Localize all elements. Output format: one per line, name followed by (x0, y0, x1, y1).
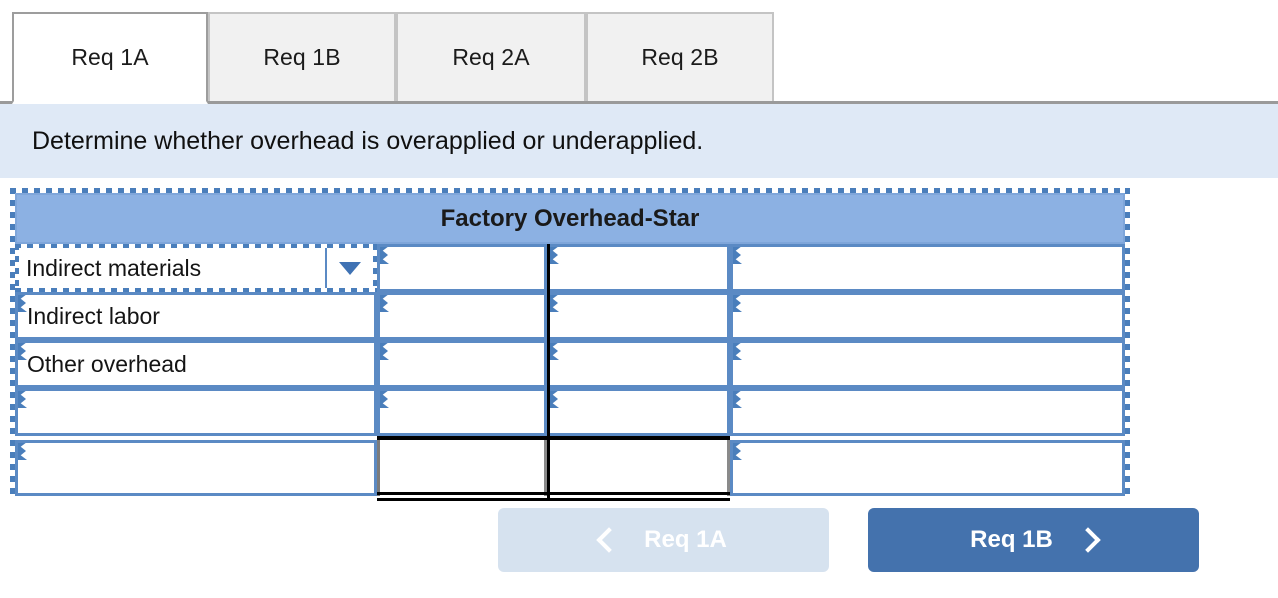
cell-marker-icon (380, 343, 389, 360)
amount-cell[interactable] (730, 388, 1125, 436)
amount-cell-total[interactable] (547, 440, 730, 496)
tab-req-1a[interactable]: Req 1A (12, 12, 208, 104)
tab-bar: Req 1A Req 1B Req 2A Req 2B (0, 0, 1278, 104)
instruction-text: Determine whether overhead is overapplie… (32, 126, 704, 155)
instruction-banner: Determine whether overhead is overapplie… (0, 104, 1278, 178)
amount-cell[interactable] (730, 292, 1125, 340)
cell-marker-icon (550, 391, 559, 408)
tab-label: Req 2A (452, 44, 530, 70)
spreadsheet: Factory Overhead-Star Indirect materials (15, 193, 1125, 501)
tab-label: Req 1B (263, 44, 341, 70)
amount-cell[interactable] (547, 244, 730, 292)
prev-req-button[interactable]: Req 1A (498, 508, 829, 572)
amount-cell[interactable] (377, 388, 547, 436)
tab-label: Req 1A (71, 44, 149, 70)
total-rule-bottom (377, 498, 730, 501)
amount-cell[interactable] (377, 292, 547, 340)
cell-marker-icon (550, 247, 559, 264)
account-cell[interactable] (15, 440, 377, 496)
cell-marker-icon (380, 295, 389, 312)
amount-cell-total[interactable] (730, 440, 1125, 496)
cell-marker-icon (733, 391, 742, 408)
chevron-down-icon (339, 261, 361, 275)
account-cell-value: Other overhead (27, 350, 187, 377)
amount-cell[interactable] (547, 388, 730, 436)
table-row: Other overhead (15, 340, 1125, 388)
chevron-right-icon (1075, 527, 1101, 553)
amount-cell-total[interactable] (377, 440, 547, 496)
tab-req-2b[interactable]: Req 2B (586, 12, 774, 104)
spreadsheet-body: Indirect materials Indirect labor Other … (15, 244, 1125, 501)
cell-marker-icon (733, 295, 742, 312)
amount-cell[interactable] (730, 244, 1125, 292)
cell-marker-icon (18, 391, 27, 408)
spreadsheet-title: Factory Overhead-Star (440, 204, 700, 232)
next-req-button[interactable]: Req 1B (868, 508, 1199, 572)
prev-req-label: Req 1A (644, 526, 727, 553)
account-cell-value: Indirect labor (27, 302, 160, 329)
account-cell-value: Indirect materials (26, 254, 202, 281)
cell-marker-icon (380, 391, 389, 408)
cell-marker-icon (550, 295, 559, 312)
cell-marker-icon (733, 247, 742, 264)
chevron-left-icon (596, 527, 622, 553)
cell-marker-icon (550, 343, 559, 360)
cell-marker-icon (18, 443, 27, 460)
account-cell-selected[interactable]: Indirect materials (15, 244, 377, 292)
account-cell[interactable]: Indirect labor (15, 292, 377, 340)
cell-marker-icon (733, 443, 742, 460)
spreadsheet-selection-border: Factory Overhead-Star Indirect materials (10, 188, 1130, 501)
tab-label: Req 2B (641, 44, 719, 70)
pagination-nav: Req 1A Req 1B (0, 508, 1278, 574)
account-cell[interactable]: Other overhead (15, 340, 377, 388)
cell-marker-icon (733, 343, 742, 360)
spreadsheet-title-row: Factory Overhead-Star (15, 193, 1125, 244)
cell-marker-icon (18, 343, 27, 360)
account-dropdown-button[interactable] (325, 248, 373, 288)
amount-cell[interactable] (547, 292, 730, 340)
amount-cell[interactable] (377, 244, 547, 292)
amount-cell[interactable] (730, 340, 1125, 388)
tab-req-1b[interactable]: Req 1B (208, 12, 396, 104)
table-row-total (15, 440, 1125, 496)
next-req-label: Req 1B (970, 526, 1053, 553)
table-row (15, 388, 1125, 436)
account-cell[interactable] (15, 388, 377, 436)
table-row: Indirect labor (15, 292, 1125, 340)
tab-req-2a[interactable]: Req 2A (396, 12, 586, 104)
amount-cell[interactable] (377, 340, 547, 388)
amount-cell[interactable] (547, 340, 730, 388)
table-row: Indirect materials (15, 244, 1125, 292)
cell-marker-icon (18, 295, 27, 312)
cell-marker-icon (380, 247, 389, 264)
